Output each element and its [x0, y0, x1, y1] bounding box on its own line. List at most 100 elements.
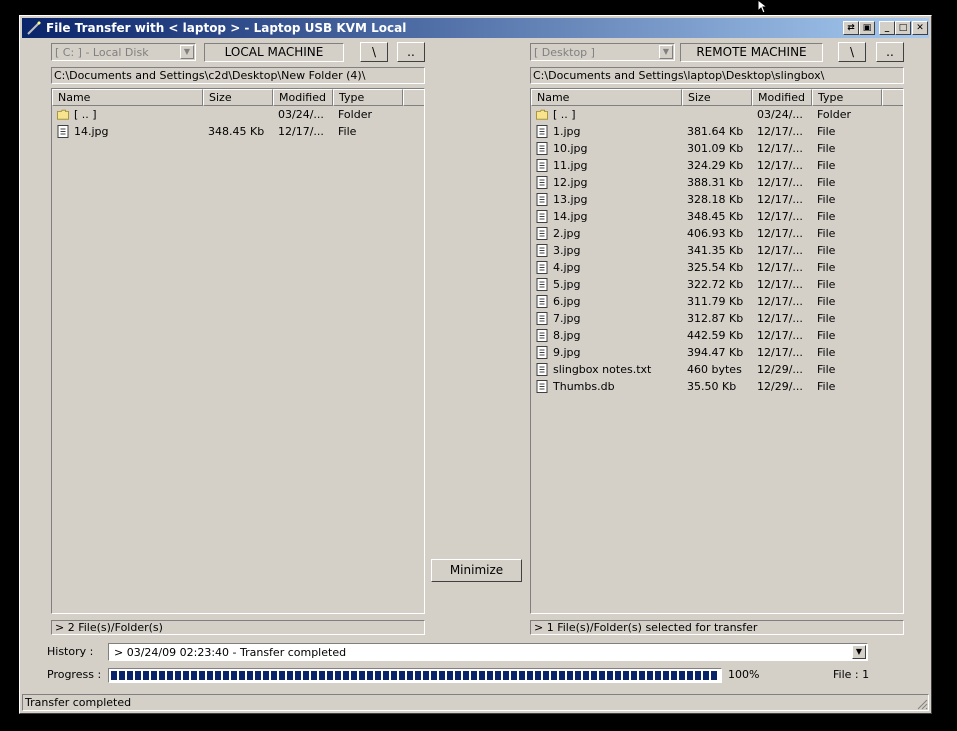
local-status: > 2 File(s)/Folder(s): [51, 620, 425, 635]
table-row[interactable]: 3.jpg 341.35 Kb 12/17/... File: [531, 242, 903, 259]
remote-up-button[interactable]: ..: [876, 42, 904, 62]
cell-type: File: [817, 125, 836, 138]
table-row[interactable]: 7.jpg 312.87 Kb 12/17/... File: [531, 310, 903, 327]
local-drive-select[interactable]: [ C: ] - Local Disk ▼: [51, 43, 196, 61]
cell-name: 5.jpg: [553, 278, 581, 291]
table-row[interactable]: 10.jpg 301.09 Kb 12/17/... File: [531, 140, 903, 157]
table-row[interactable]: 8.jpg 442.59 Kb 12/17/... File: [531, 327, 903, 344]
local-file-list[interactable]: Name Size Modified Type [ .. ] 03/24/... F…: [51, 88, 425, 614]
table-row[interactable]: [ .. ] 03/24/... Folder: [531, 106, 903, 123]
file-icon: [536, 210, 548, 223]
table-row[interactable]: 9.jpg 394.47 Kb 12/17/... File: [531, 344, 903, 361]
maximize-window-button[interactable]: □: [895, 21, 911, 35]
table-row[interactable]: 13.jpg 328.18 Kb 12/17/... File: [531, 191, 903, 208]
column-header-size[interactable]: Size: [203, 89, 273, 106]
title-bar[interactable]: File Transfer with < laptop > - Laptop U…: [22, 18, 929, 38]
cell-type: File: [817, 210, 836, 223]
cell-name: 14.jpg: [74, 125, 109, 138]
file-icon: [536, 142, 548, 155]
cell-modified: 12/17/...: [757, 295, 803, 308]
cell-modified: 12/17/...: [757, 159, 803, 172]
local-root-button[interactable]: \: [360, 42, 388, 62]
cell-type: File: [817, 278, 836, 291]
cell-modified: 12/17/...: [757, 142, 803, 155]
cell-name: 2.jpg: [553, 227, 581, 240]
cell-size: 460 bytes: [687, 363, 742, 376]
pin-icon: ▣: [862, 23, 872, 33]
remote-root-button[interactable]: \: [838, 42, 866, 62]
cell-type: File: [817, 159, 836, 172]
local-path-field[interactable]: C:\Documents and Settings\c2d\Desktop\Ne…: [51, 67, 425, 84]
cell-type: File: [817, 380, 836, 393]
table-row[interactable]: 1.jpg 381.64 Kb 12/17/... File: [531, 123, 903, 140]
table-row[interactable]: [ .. ] 03/24/... Folder: [52, 106, 424, 123]
table-row[interactable]: slingbox notes.txt 460 bytes 12/29/... File: [531, 361, 903, 378]
history-select[interactable]: > 03/24/09 02:23:40 - Transfer completed…: [108, 643, 868, 661]
chevron-down-icon[interactable]: ▼: [852, 645, 866, 659]
pin-button[interactable]: ▣: [859, 21, 875, 35]
remote-list-header: Name Size Modified Type: [531, 89, 903, 106]
file-icon: [536, 125, 548, 138]
cell-name: 12.jpg: [553, 176, 588, 189]
column-header-modified[interactable]: Modified: [273, 89, 333, 106]
remote-drive-select[interactable]: [ Desktop ] ▼: [530, 43, 675, 61]
cell-type: Folder: [817, 108, 851, 121]
cell-modified: 12/17/...: [757, 346, 803, 359]
column-header-name[interactable]: Name: [531, 89, 682, 106]
cell-name: 14.jpg: [553, 210, 588, 223]
progress-fill: [111, 671, 719, 680]
cell-name: 6.jpg: [553, 295, 581, 308]
column-header-modified[interactable]: Modified: [752, 89, 812, 106]
cell-type: Folder: [338, 108, 372, 121]
cell-modified: 03/24/...: [757, 108, 803, 121]
chevron-down-icon[interactable]: ▼: [180, 45, 194, 59]
cell-size: 325.54 Kb: [687, 261, 744, 274]
table-row[interactable]: 5.jpg 322.72 Kb 12/17/... File: [531, 276, 903, 293]
cell-name: 10.jpg: [553, 142, 588, 155]
table-row[interactable]: 2.jpg 406.93 Kb 12/17/... File: [531, 225, 903, 242]
progress-bar: [108, 668, 722, 683]
table-row[interactable]: 4.jpg 325.54 Kb 12/17/... File: [531, 259, 903, 276]
table-row[interactable]: 6.jpg 311.79 Kb 12/17/... File: [531, 293, 903, 310]
cell-name: [ .. ]: [74, 108, 97, 121]
cell-size: 341.35 Kb: [687, 244, 744, 257]
local-drive-value: [ C: ] - Local Disk: [55, 46, 149, 59]
table-row[interactable]: 14.jpg 348.45 Kb 12/17/... File: [531, 208, 903, 225]
file-icon: [57, 125, 69, 138]
table-row[interactable]: 12.jpg 388.31 Kb 12/17/... File: [531, 174, 903, 191]
cell-name: [ .. ]: [553, 108, 576, 121]
restore-down-button[interactable]: ⇄: [843, 21, 859, 35]
cell-type: File: [817, 261, 836, 274]
table-row[interactable]: Thumbs.db 35.50 Kb 12/29/... File: [531, 378, 903, 395]
minimize-button[interactable]: Minimize: [431, 559, 522, 582]
remote-rows: [ .. ] 03/24/... Folder 1.jpg 381.64 Kb 12/17…: [531, 106, 903, 395]
remote-machine-label: REMOTE MACHINE: [680, 43, 823, 62]
close-window-button[interactable]: ✕: [912, 21, 928, 35]
minimize-icon: _: [884, 23, 890, 33]
cell-modified: 12/17/...: [757, 227, 803, 240]
remote-path-field[interactable]: C:\Documents and Settings\laptop\Desktop…: [530, 67, 904, 84]
cell-type: File: [817, 346, 836, 359]
minimize-window-button[interactable]: _: [879, 21, 895, 35]
local-rows: [ .. ] 03/24/... Folder 14.jpg 348.45 Kb 12/1…: [52, 106, 424, 140]
column-header-size[interactable]: Size: [682, 89, 752, 106]
table-row[interactable]: 14.jpg 348.45 Kb 12/17/... File: [52, 123, 424, 140]
cell-size: 311.79 Kb: [687, 295, 744, 308]
cell-size: 312.87 Kb: [687, 312, 744, 325]
cell-type: File: [817, 193, 836, 206]
column-header-type[interactable]: Type: [812, 89, 882, 106]
chevron-down-icon[interactable]: ▼: [659, 45, 673, 59]
cell-name: 7.jpg: [553, 312, 581, 325]
column-header-name[interactable]: Name: [52, 89, 203, 106]
cell-size: 394.47 Kb: [687, 346, 744, 359]
cell-modified: 12/29/...: [757, 380, 803, 393]
resize-grip-icon[interactable]: [916, 698, 928, 710]
cell-modified: 12/17/...: [278, 125, 324, 138]
file-icon: [536, 380, 548, 393]
table-row[interactable]: 11.jpg 324.29 Kb 12/17/... File: [531, 157, 903, 174]
column-header-type[interactable]: Type: [333, 89, 403, 106]
remote-file-list[interactable]: Name Size Modified Type [ .. ] 03/24/... F…: [530, 88, 904, 614]
local-up-button[interactable]: ..: [397, 42, 425, 62]
cell-modified: 12/17/...: [757, 261, 803, 274]
column-header-filler: [882, 89, 903, 106]
